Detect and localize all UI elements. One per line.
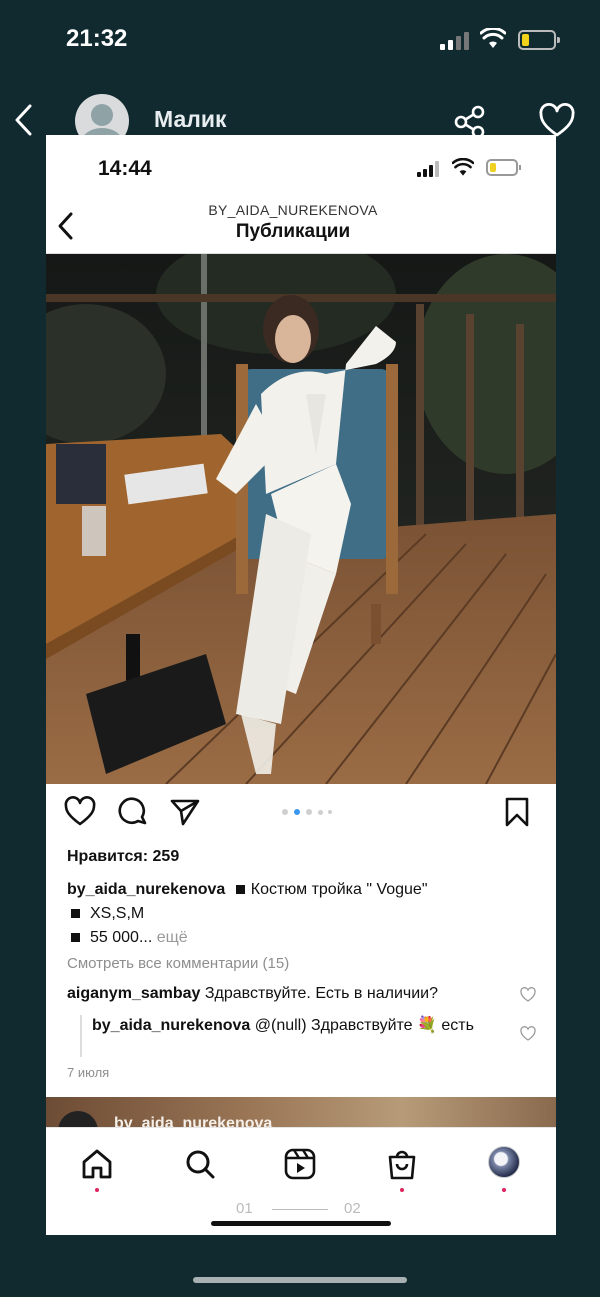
screen-title: Публикации	[235, 221, 351, 242]
search-icon[interactable]	[182, 1146, 218, 1182]
home-indicator[interactable]	[193, 1277, 407, 1283]
reply-thread-line	[80, 1015, 82, 1057]
inner-signal-icon	[417, 161, 443, 177]
cellular-signal-icon	[440, 30, 470, 50]
comment: aiganym_sambay Здравствуйте. Есть в нали…	[67, 985, 507, 1003]
comment-like-heart-icon[interactable]	[520, 987, 536, 1003]
post-caption: by_aida_nurekenova Костюм тройка " Vogue…	[67, 878, 537, 950]
reels-icon[interactable]	[282, 1146, 318, 1182]
comment-text: Здравствуйте. Есть в наличии?	[200, 985, 438, 1002]
caption-sizes: XS,S,M	[90, 905, 145, 922]
caption-price: 55 000...	[90, 929, 153, 946]
post-action-bar	[46, 795, 556, 835]
page-indicator-right: 02	[344, 1200, 361, 1217]
inner-battery-icon	[486, 159, 521, 176]
inner-home-indicator	[211, 1221, 391, 1226]
comment-bubble-icon[interactable]	[116, 795, 150, 829]
back-chevron-icon[interactable]	[12, 102, 36, 138]
shared-screenshot[interactable]: 14:44 BY_AIDA_NUREKENOVA Публикации Нрав…	[46, 135, 556, 1235]
outer-status-bar: 21:32	[0, 0, 600, 80]
battery-icon	[518, 30, 560, 50]
black-square-bullet	[71, 932, 80, 942]
caption-text: Костюм тройка " Vogue"	[250, 881, 428, 898]
black-square-bullet	[235, 884, 245, 894]
black-square-bullet	[71, 908, 80, 918]
contact-name[interactable]: Малик	[154, 106, 227, 133]
likes-count[interactable]: Нравится: 259	[67, 848, 179, 866]
like-heart-icon[interactable]	[63, 795, 97, 829]
inner-wifi-icon	[452, 158, 474, 176]
comment-reply: by_aida_nurekenova @(null) Здравствуйте …	[92, 1015, 492, 1037]
reply-text: @(null) Здравствуйте 💐 есть	[250, 1017, 474, 1034]
post-date: 7 июля	[67, 1065, 110, 1080]
post-photo-illustration	[46, 254, 556, 784]
account-username-header: BY_AIDA_NUREKENOVA	[208, 202, 378, 218]
page-indicator: 01 02	[236, 1200, 376, 1220]
outer-status-time: 21:32	[66, 25, 128, 52]
profile-tab-avatar[interactable]	[488, 1146, 520, 1178]
shop-notification-dot	[400, 1188, 404, 1192]
inner-status-time: 14:44	[98, 157, 152, 180]
profile-notification-dot	[502, 1188, 506, 1192]
reply-like-heart-icon[interactable]	[520, 1026, 536, 1042]
carousel-dots	[282, 809, 342, 817]
caption-more-link[interactable]: ещё	[152, 929, 188, 946]
comment-username[interactable]: aiganym_sambay	[67, 985, 200, 1002]
post-photo[interactable]	[46, 254, 556, 784]
caption-username[interactable]: by_aida_nurekenova	[67, 881, 225, 898]
reply-username[interactable]: by_aida_nurekenova	[92, 1017, 250, 1034]
home-icon[interactable]	[79, 1146, 115, 1182]
home-notification-dot	[95, 1188, 99, 1192]
view-all-comments-link[interactable]: Смотреть все комментарии (15)	[67, 955, 289, 972]
send-paper-plane-icon[interactable]	[168, 795, 202, 829]
bottom-tab-bar: 01 02	[46, 1127, 556, 1235]
shop-bag-icon[interactable]	[384, 1146, 420, 1182]
save-bookmark-icon[interactable]	[500, 795, 534, 829]
page-indicator-left: 01	[236, 1200, 253, 1217]
wifi-icon	[480, 28, 506, 48]
